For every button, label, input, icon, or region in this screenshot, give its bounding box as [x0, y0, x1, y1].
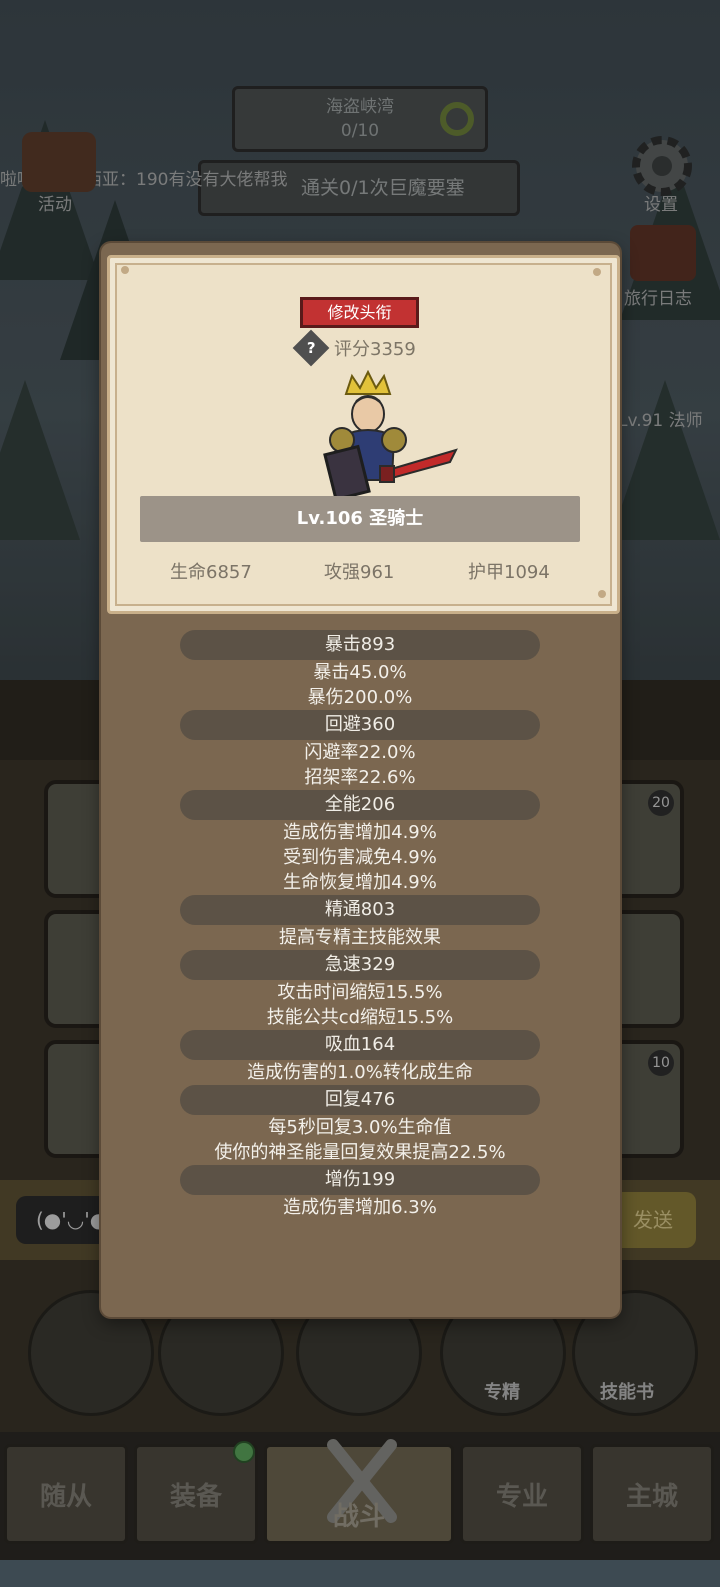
attribute-line: 提高专精主技能效果 — [279, 927, 441, 948]
attribute-line: 造成伤害的1.0%转化成生命 — [247, 1062, 473, 1083]
change-title-button[interactable]: 修改头衔 — [300, 297, 419, 328]
attribute-line: 受到伤害减免4.9% — [283, 847, 437, 868]
armor-stat: 护甲1094 — [468, 562, 550, 583]
crown-icon — [344, 370, 392, 395]
attribute-line: 造成伤害增加6.3% — [283, 1197, 437, 1218]
attribute-line: 暴伤200.0% — [307, 687, 413, 708]
attribute-header-leech: 吸血164 — [180, 1030, 540, 1060]
attribute-header-regen: 回复476 — [180, 1085, 540, 1115]
attribute-header-crit: 暴击893 — [180, 630, 540, 660]
question-icon[interactable]: ? — [292, 329, 330, 367]
attribute-line: 招架率22.6% — [304, 767, 416, 788]
level-class-bar: Lv.106 圣骑士 — [140, 496, 580, 542]
score-text: 评分3359 — [334, 339, 416, 360]
base-stats-row: 生命6857 攻强961 护甲1094 — [140, 558, 580, 588]
attribute-line: 每5秒回复3.0%生命值 — [268, 1117, 452, 1138]
attribute-line: 技能公共cd缩短15.5% — [266, 1007, 454, 1028]
score-row: ? 评分3359 — [292, 329, 416, 367]
card-rivet — [121, 266, 129, 274]
attribute-line: 暴击45.0% — [313, 662, 407, 683]
attribute-line: 造成伤害增加4.9% — [283, 822, 437, 843]
attribute-line: 使你的神圣能量回复效果提高22.5% — [214, 1142, 506, 1163]
attribute-header-haste: 急速329 — [180, 950, 540, 980]
attribute-header-versatility: 全能206 — [180, 790, 540, 820]
attribute-header-damage-bonus: 增伤199 — [180, 1165, 540, 1195]
paladin-character-portrait — [323, 370, 458, 500]
attribute-list: 暴击893 暴击45.0% 暴伤200.0% 回避360 闪避率22.0% 招架… — [180, 630, 540, 1220]
attribute-header-avoidance: 回避360 — [180, 710, 540, 740]
hp-stat: 生命6857 — [170, 562, 252, 583]
card-rivet — [593, 268, 601, 276]
attack-power-stat: 攻强961 — [324, 562, 395, 583]
card-rivet — [598, 590, 606, 598]
attribute-header-mastery: 精通803 — [180, 895, 540, 925]
attribute-line: 生命恢复增加4.9% — [283, 872, 437, 893]
attribute-line: 闪避率22.0% — [304, 742, 416, 763]
attribute-line: 攻击时间缩短15.5% — [277, 982, 443, 1003]
